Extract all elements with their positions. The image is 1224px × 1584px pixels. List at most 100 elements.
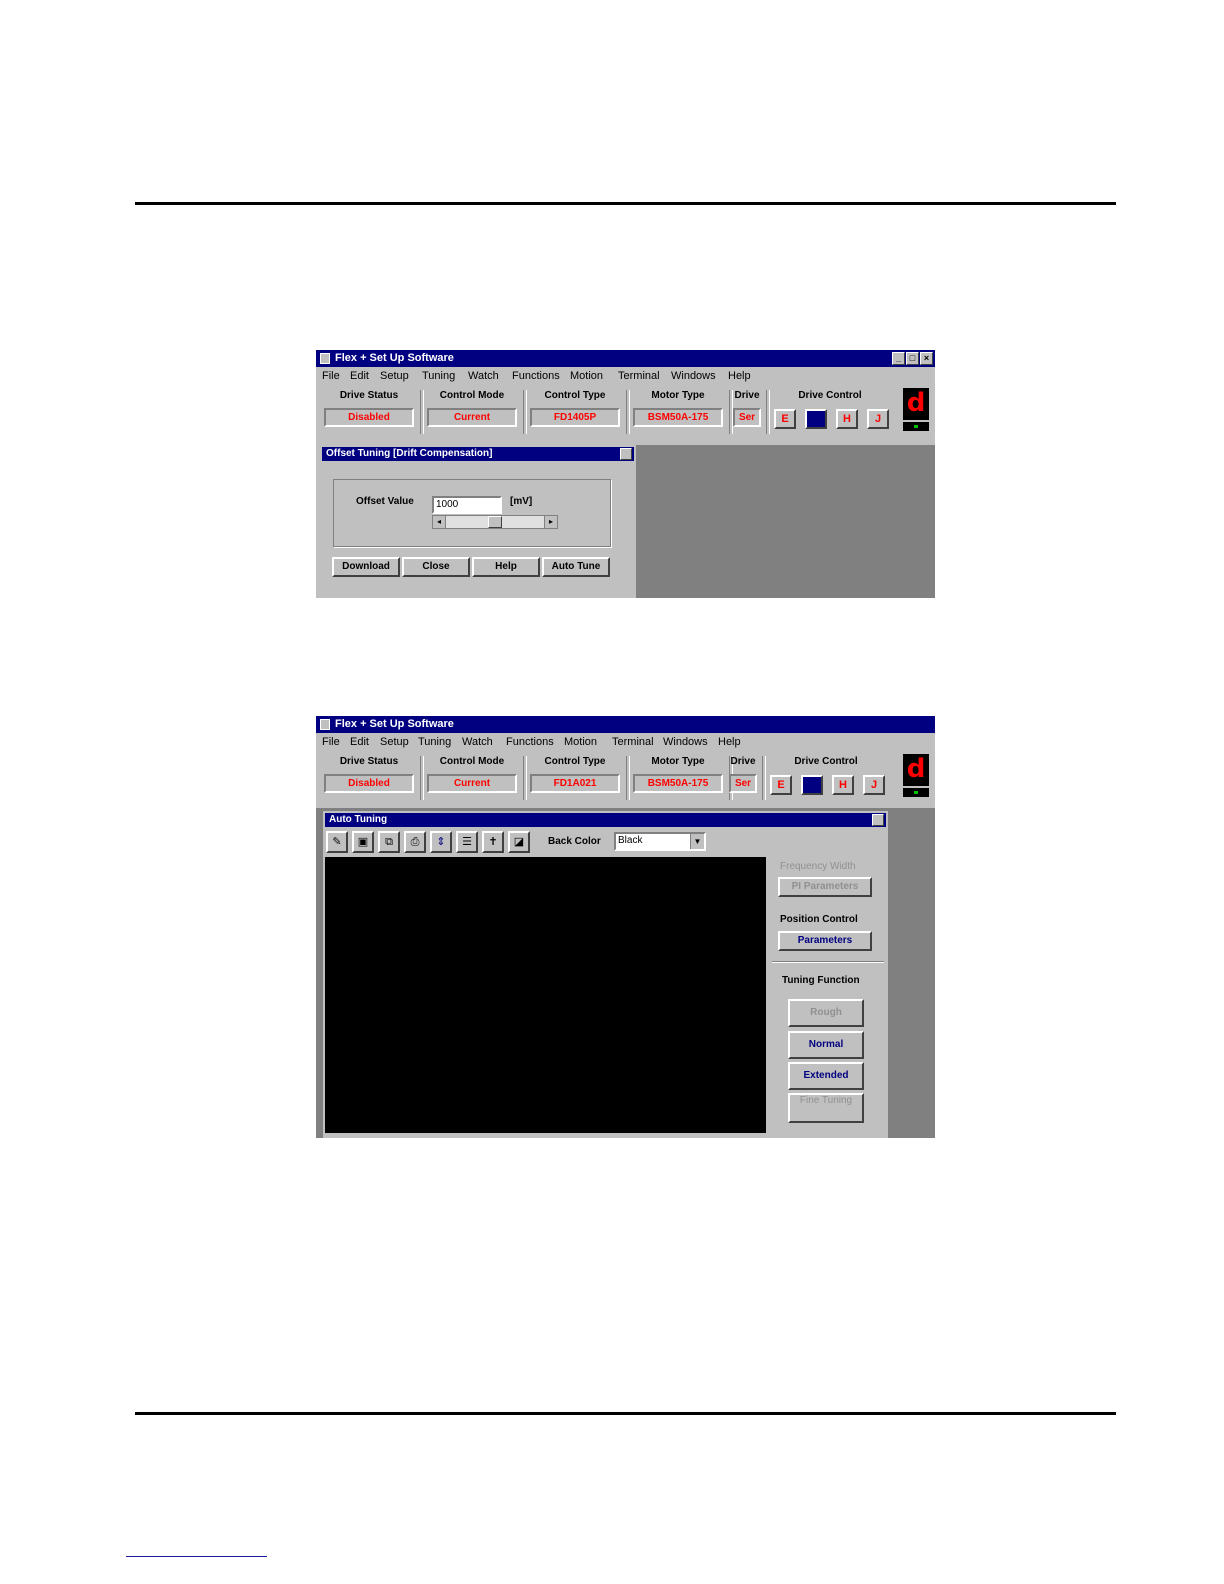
back-color-select[interactable]: Black ▼	[614, 832, 706, 851]
drive-status-group: Drive Status Disabled	[320, 754, 418, 802]
menu-bar: File Edit Setup Tuning Watch Functions M…	[316, 734, 935, 751]
menu-functions[interactable]: Functions	[506, 734, 554, 751]
parameters-button[interactable]: Parameters	[778, 931, 872, 951]
normal-button[interactable]: Normal	[788, 1031, 864, 1059]
measure-icon[interactable]: ◪	[508, 831, 530, 853]
mdi-background	[636, 445, 935, 598]
menu-windows[interactable]: Windows	[663, 734, 708, 751]
menu-windows[interactable]: Windows	[671, 368, 716, 385]
menu-edit[interactable]: Edit	[350, 368, 369, 385]
drive-disable-button[interactable]: D	[805, 409, 827, 429]
screenshot-auto-tuning: Flex + Set Up Software File Edit Setup T…	[316, 716, 935, 1138]
minimize-icon[interactable]: _	[892, 352, 905, 365]
back-color-value: Black	[618, 835, 643, 846]
copy-icon[interactable]: ⧉	[378, 831, 400, 853]
grid-icon[interactable]: ☰	[456, 831, 478, 853]
menu-terminal[interactable]: Terminal	[618, 368, 660, 385]
drive-label: Drive	[734, 390, 760, 401]
open-icon[interactable]: ✎	[326, 831, 348, 853]
menu-motion[interactable]: Motion	[564, 734, 597, 751]
control-mode-group: Control Mode Current	[423, 754, 521, 802]
drive-disable-button[interactable]: D	[801, 775, 823, 795]
offset-slider[interactable]: ◂ ▸	[432, 515, 558, 529]
menu-tuning[interactable]: Tuning	[418, 734, 451, 751]
maximize-icon[interactable]: □	[906, 352, 919, 365]
rough-button[interactable]: Rough	[788, 999, 864, 1027]
drive-enable-button[interactable]: E	[774, 409, 796, 429]
drive-group: Drive Ser	[726, 754, 760, 802]
offset-window-title-bar: Offset Tuning [Drift Compensation]	[322, 447, 634, 461]
motor-type-value: BSM50A-175	[633, 774, 723, 793]
zoom-icon[interactable]: ⇕	[430, 831, 452, 853]
drive-halt-button[interactable]: H	[836, 409, 858, 429]
close-button[interactable]: Close	[402, 557, 470, 577]
drive-control-group: Drive Control E D H J	[768, 388, 892, 436]
window-title: Flex + Set Up Software	[335, 352, 454, 364]
close-icon[interactable]: ×	[920, 352, 933, 365]
close-icon[interactable]	[620, 448, 632, 460]
chevron-down-icon[interactable]: ▼	[690, 834, 704, 849]
menu-file[interactable]: File	[322, 734, 340, 751]
menu-help[interactable]: Help	[718, 734, 741, 751]
drive-jog-button[interactable]: J	[867, 409, 889, 429]
slider-thumb[interactable]	[488, 516, 502, 528]
help-button[interactable]: Help	[472, 557, 540, 577]
cursor-icon[interactable]: ✝	[482, 831, 504, 853]
close-icon[interactable]	[872, 814, 884, 826]
drive-status-label: Drive Status	[339, 756, 399, 767]
panel-divider	[772, 961, 884, 963]
drive-enable-button[interactable]: E	[770, 775, 792, 795]
menu-bar: File Edit Setup Tuning Watch Functions M…	[316, 368, 935, 385]
motor-type-label: Motor Type	[651, 756, 705, 767]
drive-status-led	[903, 422, 929, 431]
slider-left-arrow-icon[interactable]: ◂	[433, 516, 446, 528]
auto-tune-button[interactable]: Auto Tune	[542, 557, 610, 577]
menu-edit[interactable]: Edit	[350, 734, 369, 751]
menu-tuning[interactable]: Tuning	[422, 368, 455, 385]
auto-tuning-title-bar: Auto Tuning	[325, 813, 886, 827]
drive-value: Ser	[733, 408, 761, 427]
slider-right-arrow-icon[interactable]: ▸	[544, 516, 557, 528]
print-icon[interactable]: ⎙	[404, 831, 426, 853]
system-menu-icon[interactable]	[320, 353, 330, 364]
fine-tuning-button[interactable]: Fine Tuning	[788, 1093, 864, 1123]
motor-type-value: BSM50A-175	[633, 408, 723, 427]
offset-value-input[interactable]: 1000	[432, 496, 502, 514]
drive-control-label: Drive Control	[798, 390, 862, 401]
motor-type-group: Motor Type BSM50A-175	[629, 388, 727, 436]
menu-terminal[interactable]: Terminal	[612, 734, 654, 751]
footer-link-underline[interactable]	[126, 1556, 267, 1557]
drive-status-group: Drive Status Disabled	[320, 388, 418, 436]
menu-setup[interactable]: Setup	[380, 734, 409, 751]
offset-window-title: Offset Tuning [Drift Compensation]	[326, 448, 493, 459]
control-type-group: Control Type FD1A021	[526, 754, 624, 802]
drive-status-value: Disabled	[324, 408, 414, 427]
menu-help[interactable]: Help	[728, 368, 751, 385]
drive-logo: d	[903, 754, 929, 786]
download-button[interactable]: Download	[332, 557, 400, 577]
control-type-label: Control Type	[544, 756, 606, 767]
drive-jog-button[interactable]: J	[863, 775, 885, 795]
motor-type-label: Motor Type	[651, 390, 705, 401]
side-panel: Frequency Width PI Parameters Position C…	[770, 857, 886, 1133]
save-icon[interactable]: ▣	[352, 831, 374, 853]
control-mode-value: Current	[427, 408, 517, 427]
menu-setup[interactable]: Setup	[380, 368, 409, 385]
menu-watch[interactable]: Watch	[468, 368, 499, 385]
drive-control-label: Drive Control	[794, 756, 858, 767]
plot-area[interactable]	[325, 857, 766, 1133]
title-bar: Flex + Set Up Software	[316, 716, 935, 733]
footer-rule	[135, 1412, 1116, 1415]
menu-functions[interactable]: Functions	[512, 368, 560, 385]
pi-parameters-button[interactable]: PI Parameters	[778, 877, 872, 897]
auto-tuning-window: Auto Tuning ✎ ▣ ⧉ ⎙ ⇕ ☰ ✝ ◪ Back Color B…	[323, 811, 888, 1138]
drive-halt-button[interactable]: H	[832, 775, 854, 795]
menu-watch[interactable]: Watch	[462, 734, 493, 751]
system-menu-icon[interactable]	[320, 719, 330, 730]
menu-file[interactable]: File	[322, 368, 340, 385]
position-control-label: Position Control	[780, 914, 858, 925]
status-toolbar: Drive Status Disabled Control Mode Curre…	[316, 386, 935, 444]
drive-label: Drive	[730, 756, 756, 767]
menu-motion[interactable]: Motion	[570, 368, 603, 385]
extended-button[interactable]: Extended	[788, 1062, 864, 1090]
